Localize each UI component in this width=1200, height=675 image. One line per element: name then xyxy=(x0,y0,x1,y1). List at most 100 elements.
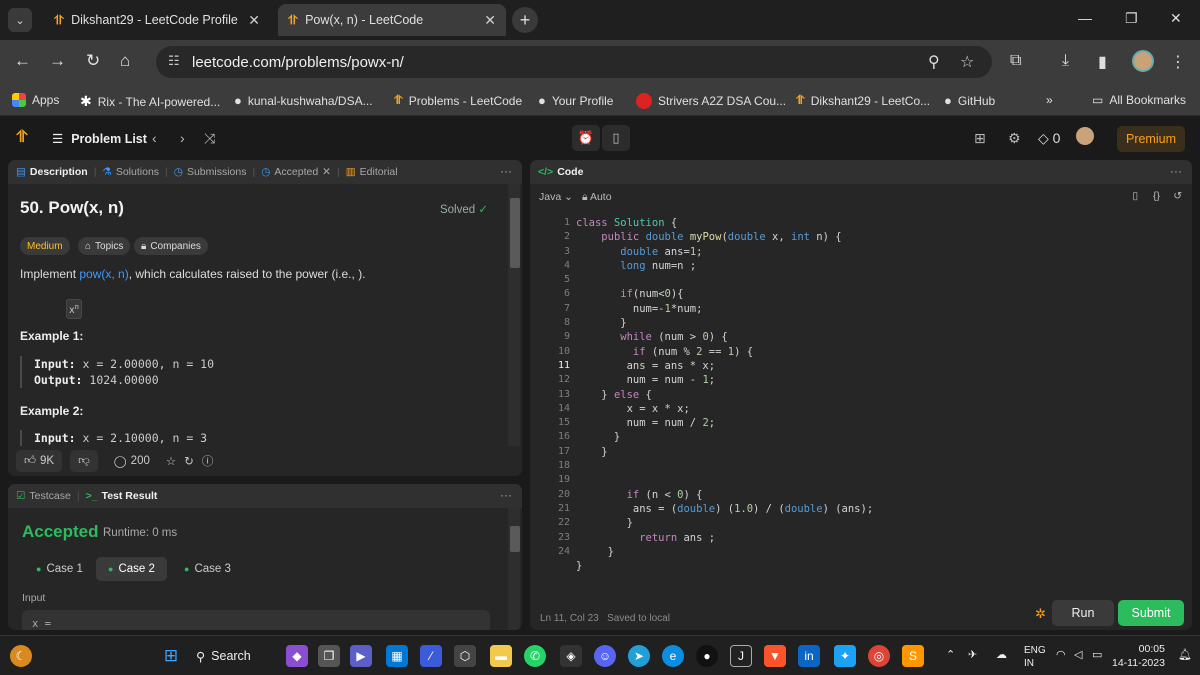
more-dots-icon[interactable]: ··· xyxy=(500,164,512,178)
comments-button[interactable]: ◯ 200 xyxy=(106,450,158,472)
tray-chevron-icon[interactable]: ⌃ xyxy=(946,648,955,661)
case-2-tab[interactable]: ● Case 2 xyxy=(96,557,167,581)
leetcode-logo-icon[interactable]: ⥣ xyxy=(16,129,34,147)
reset-code-icon[interactable]: ↺ xyxy=(1173,190,1182,202)
new-tab-plus-icon[interactable]: + xyxy=(512,7,538,33)
edge-icon[interactable]: e xyxy=(662,645,684,667)
description-scrollbar[interactable] xyxy=(508,184,520,446)
tab-testcase[interactable]: ☑ Testcase xyxy=(16,490,71,502)
github-desktop-icon[interactable]: ● xyxy=(696,645,718,667)
weather-icon[interactable]: ☾ xyxy=(10,645,32,667)
all-bookmarks[interactable]: ▭ All Bookmarks xyxy=(1092,93,1186,107)
bookmark-icon[interactable]: ▯ xyxy=(1132,190,1138,202)
linkedin-icon[interactable]: in xyxy=(798,645,820,667)
bookmark-rix[interactable]: ✱ Rix - The AI-powered... xyxy=(80,93,220,110)
more-dots-icon[interactable]: ··· xyxy=(500,488,512,502)
favorite-star-icon[interactable]: ☆ xyxy=(166,454,176,468)
tab-solutions[interactable]: ⚗ Solutions xyxy=(102,166,159,178)
tab-description[interactable]: ▤ Description xyxy=(16,166,88,178)
auto-mode[interactable]: 🔒︎ Auto xyxy=(582,191,612,204)
format-braces-icon[interactable]: {} xyxy=(1153,190,1160,202)
tab-submissions[interactable]: ◷ Submissions xyxy=(174,166,247,178)
test-scrollbar[interactable] xyxy=(508,508,520,630)
taskbar-clock[interactable]: 00:05 14-11-2023 xyxy=(1112,642,1165,670)
whatsapp-icon[interactable]: ✆ xyxy=(524,645,546,667)
close-icon[interactable]: ✕ xyxy=(322,166,331,178)
side-panel-icon[interactable]: ▮ xyxy=(1098,52,1107,72)
omnibox[interactable]: ☷ leetcode.com/problems/powx-n/ ⚲ ☆ xyxy=(156,46,992,78)
home-icon[interactable]: ⌂ xyxy=(120,51,130,71)
sublime-icon[interactable]: S xyxy=(902,645,924,667)
meet-icon[interactable]: ▶ xyxy=(350,645,372,667)
restore-icon[interactable]: ❐ xyxy=(1125,10,1138,27)
minimize-icon[interactable]: — xyxy=(1078,10,1092,26)
store-icon[interactable]: ▦ xyxy=(386,645,408,667)
telegram-icon[interactable]: ➤ xyxy=(628,645,650,667)
widgets-icon[interactable]: ◆ xyxy=(286,645,308,667)
bookmark-problems-leetcode[interactable]: ⥣ Problems - LeetCode xyxy=(394,93,522,108)
streak-counter[interactable]: ◇ 0 xyxy=(1038,130,1060,147)
run-button[interactable]: Run xyxy=(1052,600,1114,626)
app-cube-icon[interactable]: ⬡ xyxy=(454,645,476,667)
problem-list-button[interactable]: ☰ Problem List xyxy=(52,131,147,147)
next-problem-chevron-icon[interactable]: › xyxy=(180,130,185,146)
taskbar-search[interactable]: ⚲ Search xyxy=(196,644,266,668)
debug-bug-icon[interactable]: ✲ xyxy=(1035,606,1046,622)
site-settings-icon[interactable]: ☷ xyxy=(168,53,180,69)
bookmark-star-icon[interactable]: ☆ xyxy=(960,52,974,72)
notes-icon[interactable]: ▯ xyxy=(602,125,630,151)
discord-icon[interactable]: ☺ xyxy=(594,645,616,667)
bookmark-dikshant-leetcode[interactable]: ⥣ Dikshant29 - LeetCo... xyxy=(796,93,930,108)
reload-icon[interactable]: ↻ xyxy=(86,51,100,71)
brave-icon[interactable]: ▼ xyxy=(764,645,786,667)
notification-bell-icon[interactable]: 🔔︎ xyxy=(1178,648,1192,661)
case-1-tab[interactable]: ● Case 1 xyxy=(24,557,95,581)
language-select[interactable]: Java ⌄ xyxy=(539,191,573,203)
extensions-puzzle-icon[interactable]: ⧉ xyxy=(1010,52,1021,70)
twitter-icon[interactable]: ✦ xyxy=(834,645,856,667)
url-text[interactable]: leetcode.com/problems/powx-n/ xyxy=(192,54,404,71)
prev-problem-chevron-icon[interactable]: ‹ xyxy=(152,130,157,146)
bookmark-strivers[interactable]: Strivers A2Z DSA Cou... xyxy=(636,93,786,109)
shuffle-icon[interactable]: ⤨ xyxy=(204,130,215,147)
code-content[interactable]: class Solution { public double myPow(dou… xyxy=(576,216,873,573)
bookmark-your-profile[interactable]: ● Your Profile xyxy=(538,93,613,108)
windows-start-icon[interactable]: ⊞ xyxy=(160,645,182,667)
download-icon[interactable]: ⤓ xyxy=(1062,52,1069,70)
companies-tag[interactable]: 🔒︎ Companies xyxy=(134,237,208,255)
cloud-icon[interactable]: ☁ xyxy=(996,648,1007,661)
case-3-tab[interactable]: ● Case 3 xyxy=(172,557,243,581)
tab-editorial[interactable]: ▥ Editorial xyxy=(346,166,398,178)
close-icon[interactable]: ✕ xyxy=(484,12,496,29)
bookmarks-overflow[interactable]: » xyxy=(1046,93,1053,107)
user-avatar[interactable] xyxy=(1076,127,1094,145)
tab-accepted[interactable]: ◷ Accepted ✕ xyxy=(261,166,331,178)
battery-icon[interactable]: ▭ xyxy=(1092,648,1102,661)
tab-leetcode-profile[interactable]: ⥣ Dikshant29 - LeetCode Profile ✕ xyxy=(44,4,270,36)
close-icon[interactable]: ✕ xyxy=(248,12,260,29)
tab-test-result[interactable]: >_ Test Result xyxy=(86,490,158,502)
menu-kebab-icon[interactable]: ⋮ xyxy=(1170,52,1186,72)
forward-arrow-icon[interactable]: → xyxy=(49,51,66,71)
input-value-box[interactable]: x = xyxy=(22,610,490,630)
task-view-icon[interactable]: ❐ xyxy=(318,645,340,667)
tab-code[interactable]: </> Code xyxy=(538,166,583,178)
bookmark-kunal-dsa[interactable]: ● kunal-kushwaha/DSA... xyxy=(234,93,373,108)
wifi-icon[interactable]: ◠ xyxy=(1056,648,1066,661)
help-icon[interactable]: ⓘ xyxy=(202,453,214,469)
topics-tag[interactable]: ⌂ Topics xyxy=(78,237,131,255)
git-icon[interactable]: ◈ xyxy=(560,645,582,667)
difficulty-badge[interactable]: Medium xyxy=(20,237,70,255)
bookmark-github[interactable]: ● GitHub xyxy=(944,93,995,108)
close-window-icon[interactable]: ✕ xyxy=(1170,10,1182,27)
more-dots-icon[interactable]: ··· xyxy=(1170,164,1182,178)
dislike-button[interactable]: 👎︎ xyxy=(70,450,98,472)
profile-avatar[interactable] xyxy=(1132,50,1154,72)
chrome-icon[interactable]: ◎ xyxy=(868,645,890,667)
language-indicator[interactable]: ENG IN xyxy=(1024,644,1046,670)
like-button[interactable]: 👍︎ 9K xyxy=(16,450,63,472)
premium-button[interactable]: Premium xyxy=(1117,126,1185,152)
volume-icon[interactable]: ◁ xyxy=(1074,648,1082,661)
zoom-magnifier-icon[interactable]: ⚲ xyxy=(928,52,940,72)
tray-app-icon[interactable]: ✈ xyxy=(968,648,977,661)
